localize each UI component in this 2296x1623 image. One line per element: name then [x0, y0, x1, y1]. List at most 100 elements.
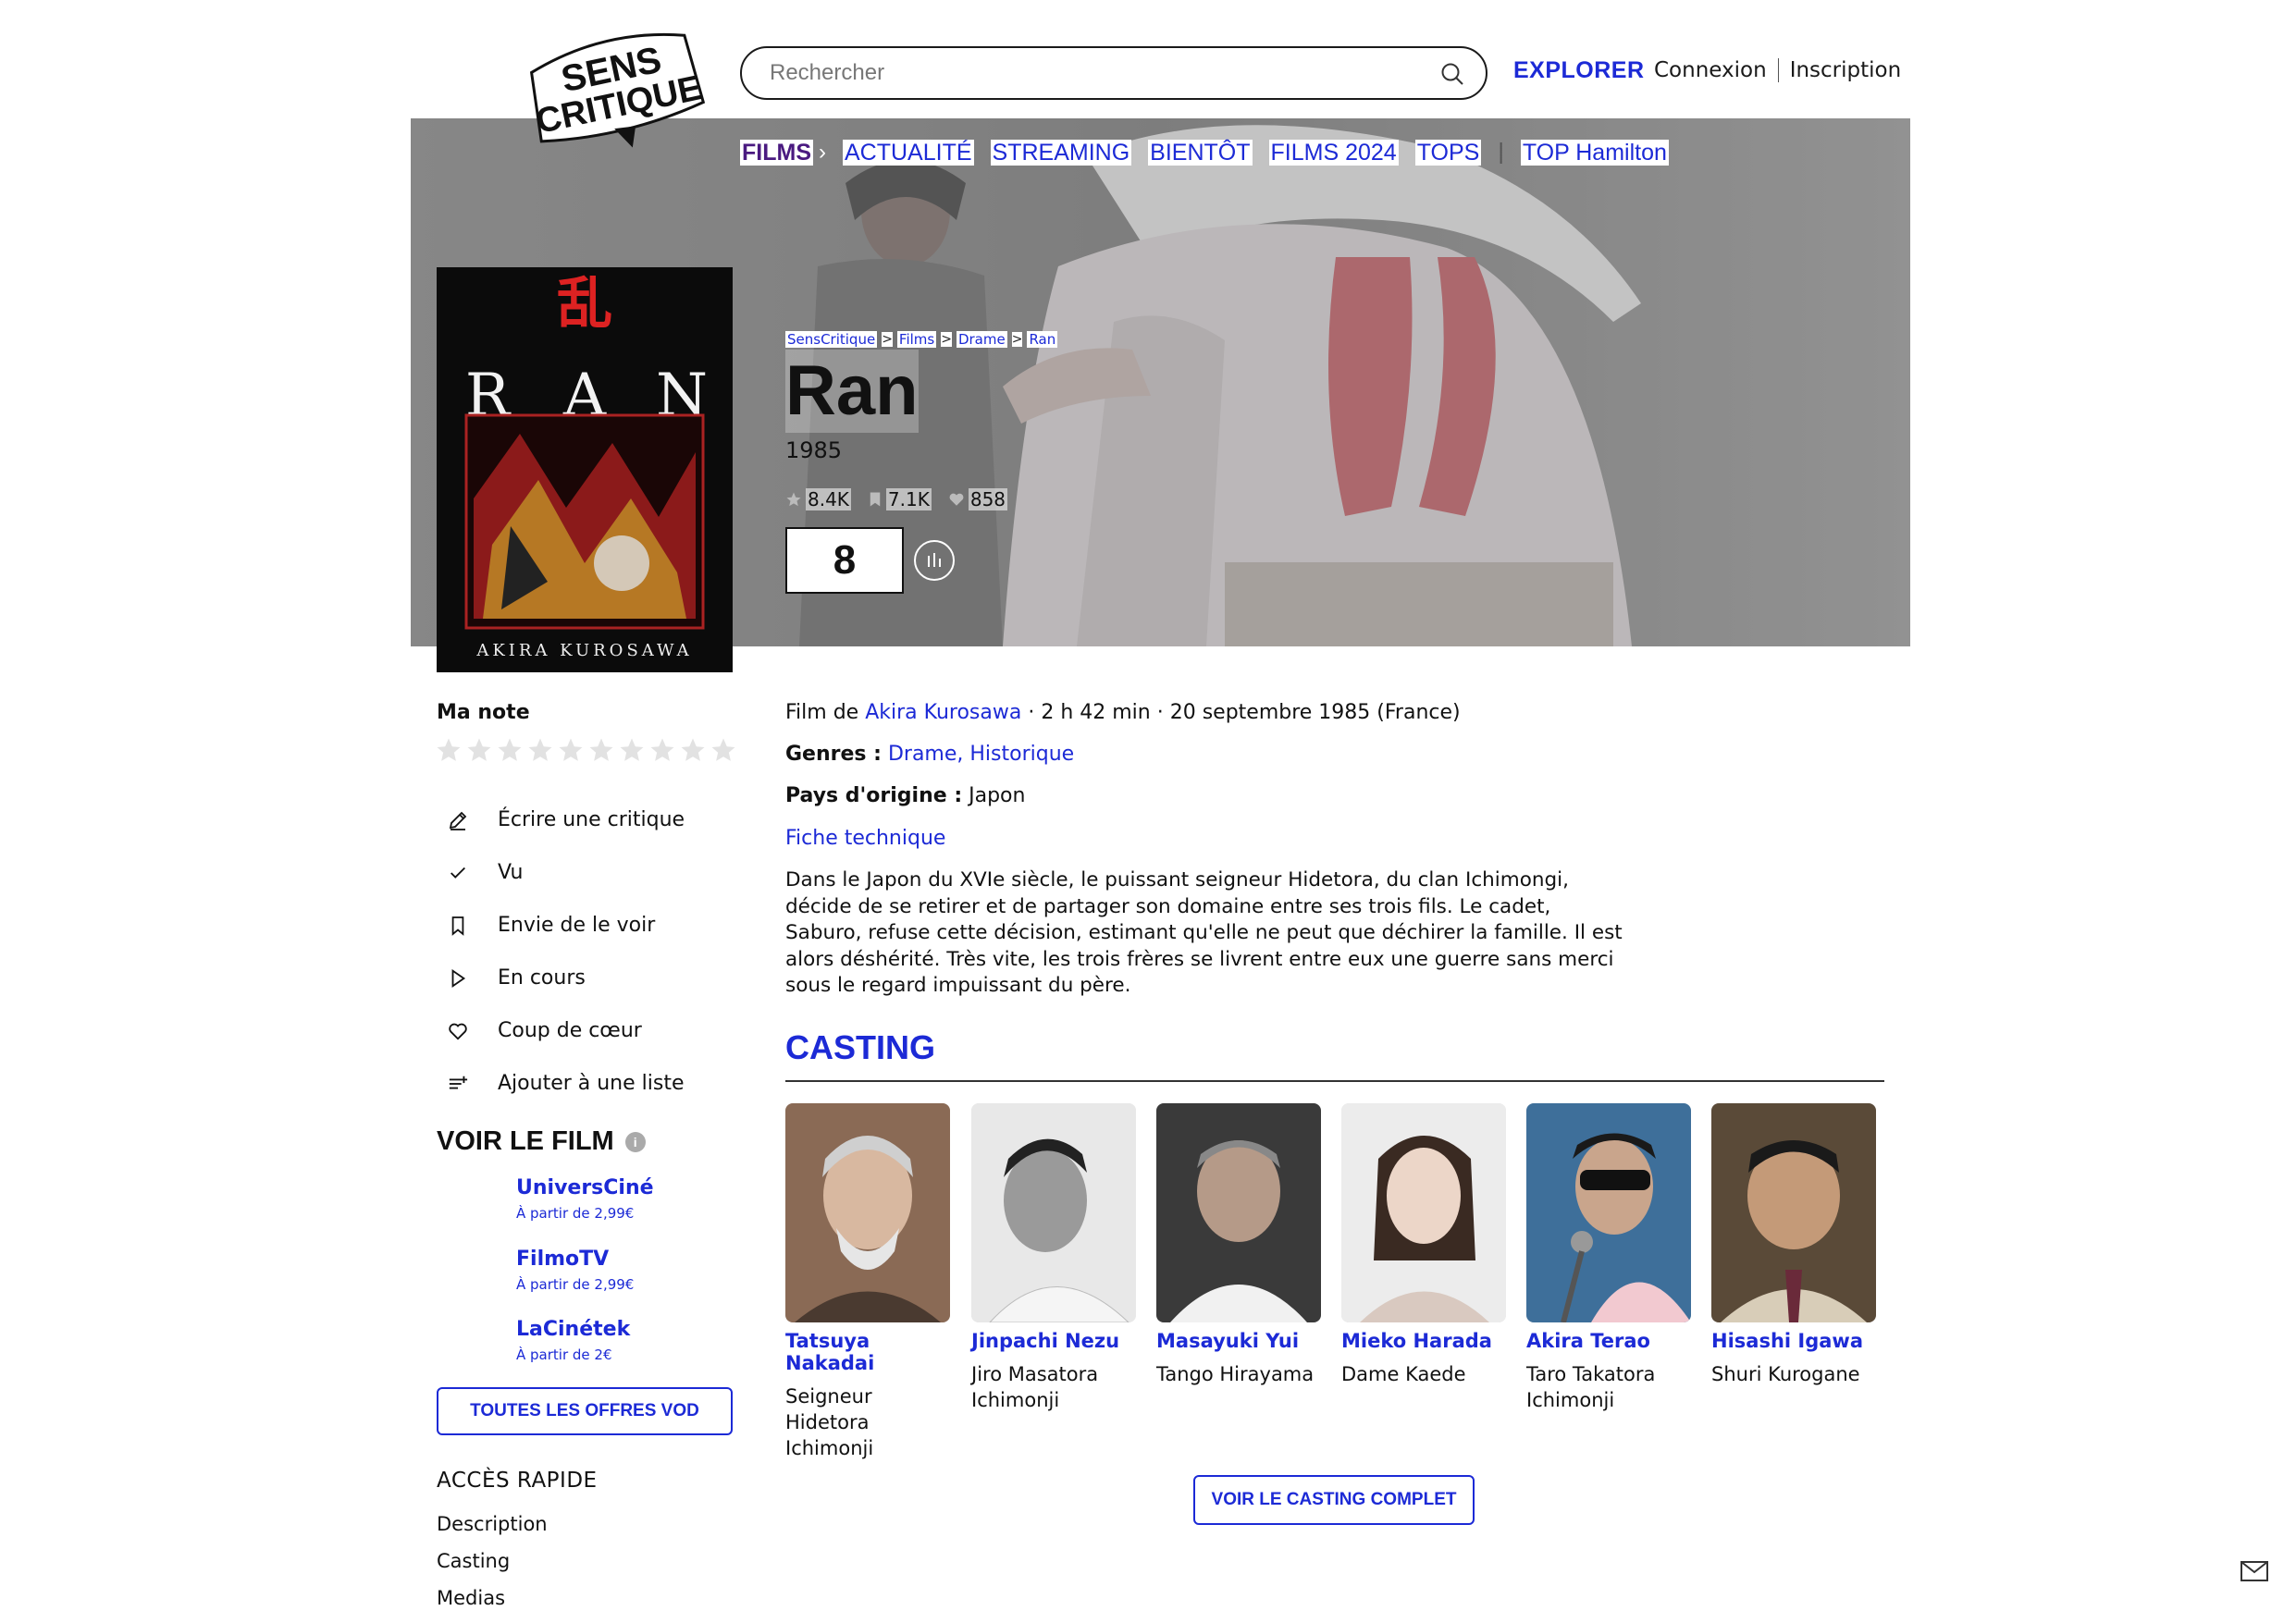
mail-icon[interactable] [2240, 1561, 2268, 1581]
rating-star-icon[interactable] [557, 736, 585, 764]
write-review-action[interactable]: Écrire une critique [437, 793, 685, 846]
list-add-icon [444, 1070, 472, 1098]
film-synopsis: Dans le Japon du XVIe siècle, le puissan… [785, 868, 1623, 997]
actor-card[interactable]: Tatsuya Nakadai Seigneur Hidetora Ichimo… [785, 1103, 952, 1461]
film-country: Pays d'origine : Japon [785, 784, 1026, 807]
auth-separator [1777, 58, 1779, 82]
nav-films[interactable]: FILMS [740, 139, 813, 166]
genres-links[interactable]: Drame, Historique [888, 743, 1074, 766]
actor-role: Seigneur Hidetora Ichimonji [785, 1385, 874, 1459]
vod-offer[interactable]: UniversCiné À partir de 2,99€ [516, 1176, 654, 1222]
poster-credit: AKIRA KUROSAWA [475, 641, 692, 660]
nav-bientot[interactable]: BIENTÔT [1148, 139, 1253, 166]
ratings-count: 8.4K [785, 488, 851, 510]
nav-actualite[interactable]: ACTUALITÉ [843, 139, 974, 166]
actor-photo[interactable] [971, 1103, 1136, 1322]
film-genres: Genres : Drame, Historique [785, 743, 1075, 766]
actor-photo[interactable] [785, 1103, 950, 1322]
seen-action[interactable]: Vu [437, 846, 685, 899]
rating-star-icon[interactable] [648, 736, 676, 764]
watch-section-title: VOIR LE FILM i [437, 1126, 646, 1157]
in-progress-action[interactable]: En cours [437, 952, 685, 1004]
favorite-action[interactable]: Coup de cœur [437, 1004, 685, 1057]
page-title: Ran [785, 350, 919, 433]
login-link[interactable]: Connexion [1654, 58, 1767, 82]
quick-link-medias[interactable]: Medias [437, 1587, 505, 1609]
my-rating-label: Ma note [437, 701, 530, 724]
actor-role: Tango Hirayama [1156, 1363, 1315, 1385]
breadcrumb-ran[interactable]: Ran [1027, 331, 1058, 348]
rating-star-icon[interactable] [679, 736, 707, 764]
pencil-icon [444, 806, 472, 834]
favorites-count: 858 [948, 488, 1008, 510]
breadcrumb: SensCritique > Films > Drame > Ran [785, 331, 1058, 348]
actor-card[interactable]: Hisashi Igawa Shuri Kurogane [1711, 1103, 1878, 1387]
info-icon[interactable]: i [624, 1131, 646, 1152]
actor-photo[interactable] [1156, 1103, 1321, 1322]
bar-chart-icon [928, 553, 941, 567]
rating-star-icon[interactable] [465, 736, 493, 764]
actor-photo[interactable] [1711, 1103, 1876, 1322]
site-header: EXPLORER Connexion Inscription [0, 0, 2296, 118]
rating-star-icon[interactable] [618, 736, 646, 764]
nav-top-hamilton[interactable]: TOP Hamilton [1520, 139, 1669, 166]
wishlist-count: 7.1K [868, 488, 932, 510]
actor-name[interactable]: Masayuki Yui [1156, 1330, 1323, 1352]
nav-streaming[interactable]: STREAMING [990, 139, 1132, 166]
breadcrumb-films[interactable]: Films [896, 331, 937, 348]
title-wrap: Ran [785, 350, 919, 433]
actor-name[interactable]: Mieko Harada [1341, 1330, 1508, 1352]
actor-role: Dame Kaede [1341, 1363, 1466, 1385]
rating-star-icon[interactable] [526, 736, 554, 764]
film-poster[interactable]: 乱 R A N AKIRA KUROSAWA [437, 267, 733, 672]
tech-sheet-link[interactable]: Fiche technique [785, 827, 945, 850]
rating-star-icon[interactable] [587, 736, 615, 764]
quick-link-description[interactable]: Description [437, 1513, 548, 1535]
actor-card[interactable]: Jinpachi Nezu Jiro Masatora Ichimonji [971, 1103, 1138, 1413]
nav-divider: | [1498, 139, 1504, 165]
section-nav: FILMS › ACTUALITÉ STREAMING BIENTÔT FILM… [740, 139, 1685, 166]
actor-card[interactable]: Akira Terao Taro Takatora Ichimonji [1526, 1103, 1693, 1413]
rating-star-icon[interactable] [435, 736, 463, 764]
heart-icon [444, 1017, 472, 1045]
add-to-list-action[interactable]: Ajouter à une liste [437, 1057, 685, 1110]
search-bar[interactable] [740, 46, 1487, 100]
casting-title: CASTING [785, 1028, 935, 1066]
actor-name[interactable]: Jinpachi Nezu [971, 1330, 1138, 1352]
rating-star-icon[interactable] [496, 736, 524, 764]
actor-name[interactable]: Hisashi Igawa [1711, 1330, 1878, 1352]
breadcrumb-separator: > [941, 332, 952, 347]
all-vod-offers-button[interactable]: TOUTES LES OFFRES VOD [437, 1387, 733, 1435]
tech-sheet-line: Fiche technique [785, 827, 945, 850]
breadcrumb-senscritique[interactable]: SensCritique [785, 331, 878, 348]
casting-divider [785, 1080, 1884, 1082]
breadcrumb-drame[interactable]: Drame [956, 331, 1007, 348]
film-details: Film de Akira Kurosawa · 2 h 42 min · 20… [785, 701, 1461, 724]
search-input[interactable] [770, 59, 1399, 87]
poster-kanji: 乱 [557, 272, 612, 337]
wishlist-action[interactable]: Envie de le voir [437, 899, 685, 952]
average-score: 8 [785, 527, 904, 594]
nav-tops[interactable]: TOPS [1414, 139, 1482, 166]
vod-offer[interactable]: LaCinétek À partir de 2€ [516, 1318, 630, 1363]
bookmark-icon [870, 492, 881, 507]
full-cast-button[interactable]: VOIR LE CASTING COMPLET [1193, 1475, 1475, 1525]
actor-photo[interactable] [1526, 1103, 1691, 1322]
actor-card[interactable]: Masayuki Yui Tango Hirayama [1156, 1103, 1323, 1387]
actor-card[interactable]: Mieko Harada Dame Kaede [1341, 1103, 1508, 1387]
actor-photo[interactable] [1341, 1103, 1506, 1322]
rating-distribution-button[interactable] [914, 540, 955, 581]
rating-star-icon[interactable] [710, 736, 737, 764]
quick-link-casting[interactable]: Casting [437, 1550, 510, 1572]
signup-link[interactable]: Inscription [1790, 58, 1902, 82]
actor-name[interactable]: Akira Terao [1526, 1330, 1693, 1352]
director-link[interactable]: Akira Kurosawa [865, 701, 1021, 724]
actor-name[interactable]: Tatsuya Nakadai [785, 1330, 952, 1374]
explore-link[interactable]: EXPLORER [1513, 57, 1645, 84]
nav-films-2024[interactable]: FILMS 2024 [1268, 139, 1399, 166]
vod-offer[interactable]: FilmoTV À partir de 2,99€ [516, 1248, 634, 1293]
my-rating-stars[interactable] [435, 736, 740, 764]
search-icon[interactable] [1439, 61, 1465, 87]
breadcrumb-separator: > [1011, 332, 1023, 347]
senscritique-logo[interactable]: SENS CRITIQUE [518, 28, 712, 153]
